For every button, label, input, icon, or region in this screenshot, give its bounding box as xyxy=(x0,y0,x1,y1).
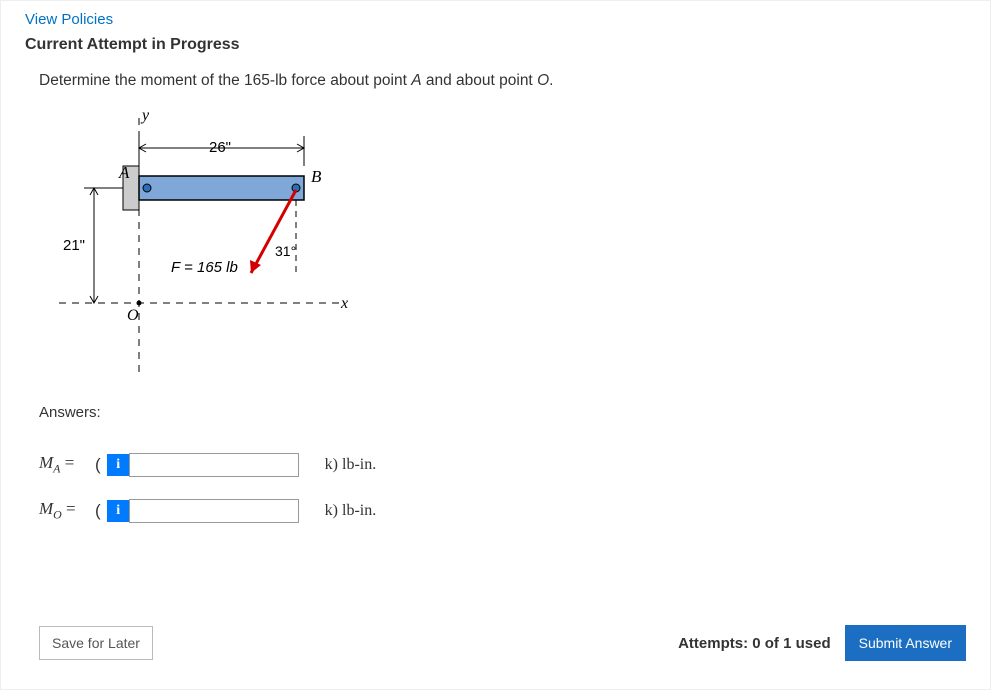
answer-row-ma: MA = ( i k) lb-in. xyxy=(39,453,966,477)
problem-prompt: Determine the moment of the 165-lb force… xyxy=(39,72,966,90)
x-axis-label: x xyxy=(340,295,348,312)
info-icon[interactable]: i xyxy=(107,500,129,522)
content-area: Determine the moment of the 165-lb force… xyxy=(1,54,990,523)
diagram-svg: y x O 26" 21" xyxy=(39,108,349,388)
unit-ma: k) lb-in. xyxy=(325,456,377,474)
answer-label-ma: MA = xyxy=(39,453,95,476)
view-policies-link[interactable]: View Policies xyxy=(1,1,113,28)
open-paren-o: ( xyxy=(95,501,101,521)
answers-area: MA = ( i k) lb-in. MO = ( i k) lb-in. xyxy=(39,453,966,523)
point-a-label: A xyxy=(118,163,130,182)
footer-bar: Save for Later Attempts: 0 of 1 used Sub… xyxy=(39,625,966,661)
sub-o: O xyxy=(53,508,62,522)
answer-row-mo: MO = ( i k) lb-in. xyxy=(39,499,966,523)
prompt-point-o: O xyxy=(537,72,549,89)
answer-label-mo: MO = xyxy=(39,499,95,522)
dim-horiz-label: 26" xyxy=(209,139,231,156)
attempts-text: Attempts: 0 of 1 used xyxy=(678,635,831,652)
prompt-post: . xyxy=(549,72,553,89)
dim-vert-label: 21" xyxy=(63,237,85,254)
angle-label: 31° xyxy=(275,243,296,259)
attempt-title: Current Attempt in Progress xyxy=(1,28,990,54)
open-paren-a: ( xyxy=(95,455,101,475)
force-label: F = 165 lb xyxy=(171,259,238,276)
answers-heading: Answers: xyxy=(39,404,966,421)
prompt-pre: Determine the moment of the 165-lb force… xyxy=(39,72,411,89)
equals-a: = xyxy=(60,453,74,472)
origin-label: O xyxy=(127,307,139,324)
y-axis-label: y xyxy=(140,108,150,124)
save-for-later-button[interactable]: Save for Later xyxy=(39,626,153,660)
submit-answer-button[interactable]: Submit Answer xyxy=(845,625,966,661)
footer-right-group: Attempts: 0 of 1 used Submit Answer xyxy=(678,625,966,661)
info-icon[interactable]: i xyxy=(107,454,129,476)
point-b-label: B xyxy=(311,167,322,186)
page-root: View Policies Current Attempt in Progres… xyxy=(0,0,991,690)
mo-input[interactable] xyxy=(129,499,299,523)
equals-o: = xyxy=(62,499,76,518)
sym-m-o: M xyxy=(39,499,53,518)
prompt-point-a: A xyxy=(411,72,421,89)
unit-mo: k) lb-in. xyxy=(325,502,377,520)
sym-m-a: M xyxy=(39,453,53,472)
ma-input[interactable] xyxy=(129,453,299,477)
prompt-mid: and about point xyxy=(422,72,538,89)
figure-diagram: y x O 26" 21" xyxy=(39,108,349,388)
